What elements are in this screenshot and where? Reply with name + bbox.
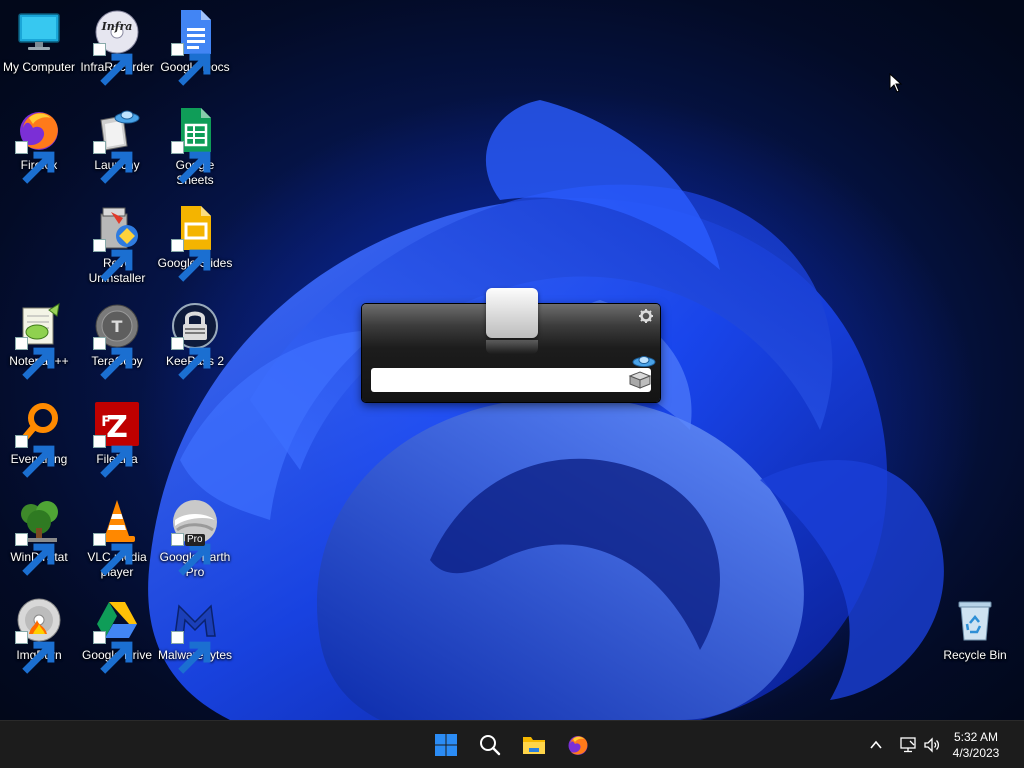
start-button[interactable] — [430, 729, 462, 761]
desktop-icon-google-sheets[interactable]: Google Sheets — [156, 106, 234, 188]
firefox-icon — [568, 736, 588, 755]
file-explorer-button[interactable] — [518, 729, 550, 761]
everything-search-icon — [15, 400, 63, 478]
taskbar-clock[interactable]: 5:32 AM 4/3/2023 — [946, 729, 1006, 761]
imgburn-disc-icon — [15, 596, 63, 674]
svg-text:T: T — [112, 317, 123, 336]
shortcut-arrow-icon — [171, 239, 211, 282]
windirstat-tree-icon — [15, 498, 63, 576]
shortcut-arrow-icon — [171, 533, 211, 576]
taskbar: 5:32 AM 4/3/2023 — [0, 720, 1024, 768]
desktop-icon-infrarecorder[interactable]: Infra InfraRecorder — [78, 8, 156, 86]
shortcut-arrow-icon — [93, 43, 133, 86]
pro-badge: Pro — [185, 534, 205, 546]
google-docs-icon — [171, 8, 219, 86]
shortcut-arrow-icon — [15, 435, 55, 478]
volume-tray-button[interactable] — [922, 735, 942, 755]
google-drive-icon — [93, 596, 141, 674]
desktop-icon-google-docs[interactable]: Google Docs — [156, 8, 234, 86]
shortcut-arrow-icon — [15, 141, 55, 184]
shortcut-arrow-icon — [171, 631, 211, 674]
desktop-icon-recycle-bin[interactable]: Recycle Bin — [936, 596, 1014, 663]
desktop: My Computer Firefox Notepad++ Everything… — [0, 0, 1024, 720]
shortcut-arrow-icon — [93, 337, 133, 380]
speaker-icon — [924, 737, 940, 753]
show-hidden-icons-button[interactable] — [866, 735, 886, 755]
shortcut-arrow-icon — [171, 141, 211, 184]
desktop-icon-launchy[interactable]: Launchy — [78, 106, 156, 184]
shortcut-arrow-icon — [15, 337, 55, 380]
shortcut-arrow-icon — [171, 337, 211, 380]
desktop-icon-windirstat[interactable]: WinDirStat — [0, 498, 78, 576]
taskbar-search-button[interactable] — [474, 729, 506, 761]
desktop-icon-filezilla[interactable]: ZF FileZilla — [78, 400, 156, 478]
desktop-icon-malwarebytes[interactable]: Malwarebytes — [156, 596, 234, 674]
desktop-icon-imgburn[interactable]: ImgBurn — [0, 596, 78, 674]
launchy-icon — [626, 354, 656, 390]
launchy-window[interactable] — [362, 288, 660, 402]
google-earth-icon: Pro — [171, 498, 219, 576]
keepass-lock-icon — [171, 302, 219, 380]
shortcut-arrow-icon — [93, 435, 133, 478]
revo-uninstaller-icon — [93, 204, 141, 282]
chevron-up-icon — [870, 740, 882, 749]
firefox-icon — [15, 106, 63, 184]
desktop-icon-revo-uninstaller[interactable]: Revo Uninstaller — [78, 204, 156, 286]
shortcut-arrow-icon — [93, 141, 133, 184]
clock-date: 4/3/2023 — [952, 746, 1000, 760]
malwarebytes-icon — [171, 596, 219, 674]
network-tray-button[interactable] — [898, 735, 918, 755]
desktop-icon-google-earth[interactable]: Pro Google Earth Pro — [156, 498, 234, 580]
mouse-cursor-icon — [889, 73, 903, 93]
desktop-icon-google-drive[interactable]: Google Drive — [78, 596, 156, 674]
desktop-icon-firefox[interactable]: Firefox — [0, 106, 78, 184]
filezilla-icon: ZF — [93, 400, 141, 478]
teracopy-icon: T — [93, 302, 141, 380]
desktop-icon-label: My Computer — [2, 60, 76, 74]
desktop-icon-vlc[interactable]: VLC media player — [78, 498, 156, 580]
svg-text:F: F — [101, 414, 111, 430]
gear-icon[interactable] — [638, 308, 654, 324]
desktop-icon-my-computer[interactable]: My Computer — [0, 8, 78, 75]
shortcut-arrow-icon — [15, 631, 55, 674]
google-slides-icon — [171, 204, 219, 282]
desktop-icon-keepass[interactable]: KeePass 2 — [156, 302, 234, 380]
shortcut-arrow-icon — [15, 533, 55, 576]
shortcut-arrow-icon — [93, 631, 133, 674]
desktop-icon-teracopy[interactable]: T TeraCopy — [78, 302, 156, 380]
desktop-icon-notepadpp[interactable]: Notepad++ — [0, 302, 78, 380]
svg-text:Infra: Infra — [101, 20, 133, 33]
firefox-taskbar-button[interactable] — [562, 729, 594, 761]
shortcut-arrow-icon — [171, 43, 211, 86]
launchy-drag-handle[interactable] — [486, 288, 538, 338]
disc-infrarecorder-icon: Infra — [93, 8, 141, 86]
clock-time: 5:32 AM — [953, 730, 999, 744]
desktop-icon-label: Recycle Bin — [943, 648, 1007, 662]
shortcut-arrow-icon — [93, 239, 133, 282]
recycle-bin-icon — [951, 596, 999, 644]
notepadpp-icon — [15, 302, 63, 380]
network-icon — [900, 737, 916, 753]
shortcut-arrow-icon — [93, 533, 133, 576]
folder-icon — [523, 737, 545, 754]
vlc-cone-icon — [93, 498, 141, 576]
desktop-icon-everything[interactable]: Everything — [0, 400, 78, 478]
launchy-icon — [93, 106, 141, 184]
search-icon — [480, 735, 501, 756]
launchy-search-input[interactable] — [371, 368, 651, 392]
google-sheets-icon — [171, 106, 219, 184]
windows-start-icon — [435, 734, 457, 756]
desktop-icon-google-slides[interactable]: Google Slides — [156, 204, 234, 282]
monitor-icon — [15, 8, 63, 56]
launchy-handle-reflection — [486, 340, 538, 354]
